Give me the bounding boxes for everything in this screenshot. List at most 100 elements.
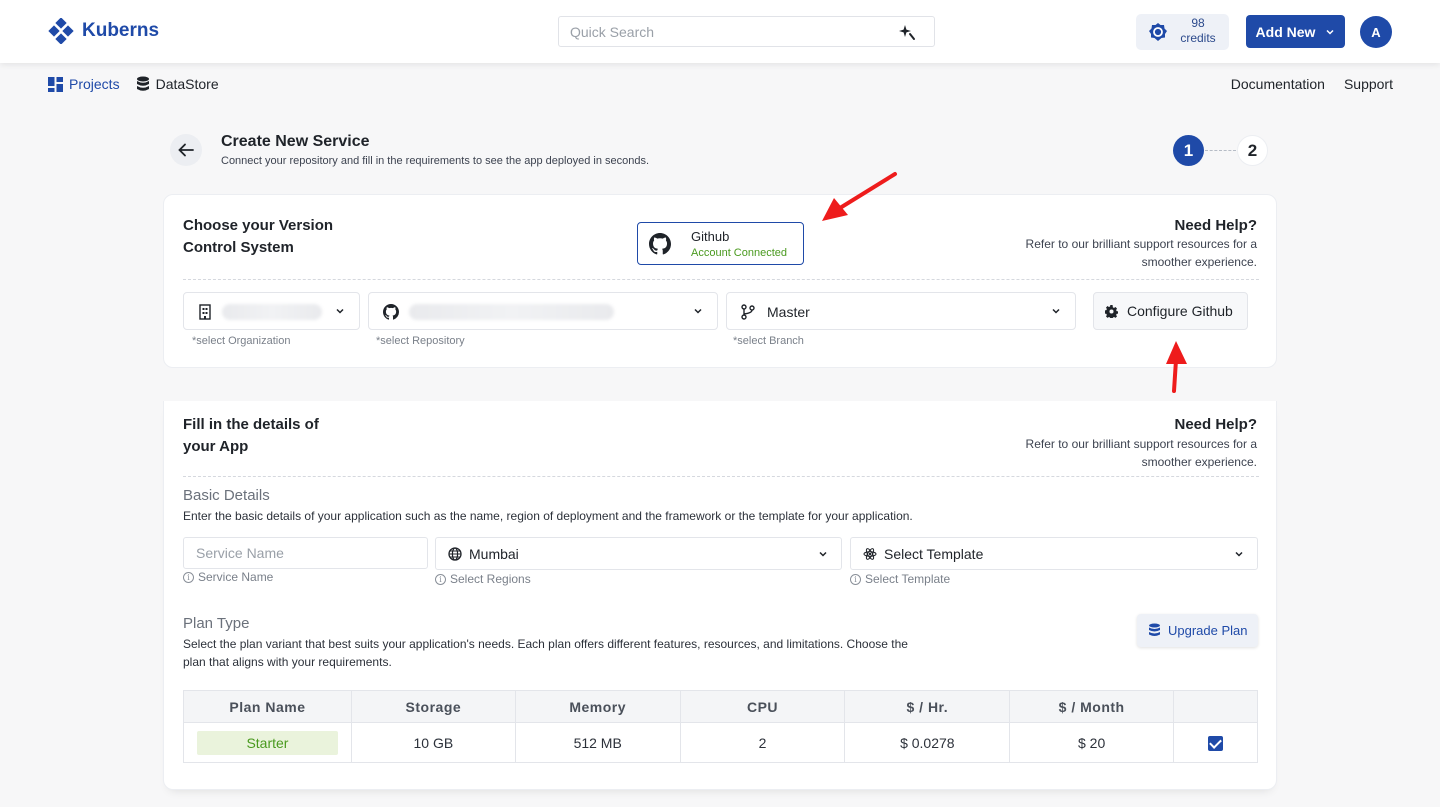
memory-cell: 512 MB bbox=[514, 722, 681, 763]
credits-count: 98 bbox=[1191, 16, 1205, 30]
region-hint-text: Select Regions bbox=[450, 572, 531, 586]
region-select[interactable]: Mumbai bbox=[435, 537, 842, 570]
step-2-indicator: 2 bbox=[1237, 135, 1268, 166]
table-row[interactable]: Starter 10 GB 512 MB 2 $ 0.0278 $ 20 bbox=[183, 722, 1258, 763]
quick-search[interactable] bbox=[558, 16, 935, 47]
vcs-divider bbox=[183, 279, 1259, 280]
template-hint-text: Select Template bbox=[865, 572, 951, 586]
page-title: Create New Service bbox=[221, 133, 370, 150]
organization-hint: *select Organization bbox=[192, 335, 291, 347]
plan-type-title: Plan Type bbox=[183, 615, 250, 632]
organization-value-redacted bbox=[222, 304, 322, 320]
search-input[interactable] bbox=[559, 17, 889, 46]
main-nav: Projects DataStore bbox=[48, 76, 219, 92]
column-header: CPU bbox=[679, 690, 846, 723]
github-connection-status: Account Connected bbox=[691, 247, 788, 259]
database-icon bbox=[136, 76, 149, 91]
plan-type-desc: Select the plan variant that best suits … bbox=[183, 637, 908, 669]
nav-projects-label: Projects bbox=[69, 76, 120, 92]
github-icon bbox=[383, 304, 399, 320]
git-branch-icon bbox=[741, 304, 755, 320]
logo[interactable]: Kuberns bbox=[48, 18, 159, 44]
repository-select[interactable] bbox=[368, 292, 718, 330]
github-icon bbox=[649, 233, 671, 255]
nav-documentation[interactable]: Documentation bbox=[1231, 76, 1325, 92]
configure-github-label: Configure Github bbox=[1127, 303, 1233, 319]
chevron-down-icon bbox=[1326, 29, 1334, 35]
app-details-heading: Fill in the details of your App bbox=[183, 416, 319, 455]
branch-select[interactable]: Master bbox=[726, 292, 1076, 330]
app-details-card: Fill in the details of your App Need Hel… bbox=[163, 401, 1277, 790]
building-icon bbox=[199, 304, 211, 320]
kuberns-logo-icon bbox=[48, 18, 74, 44]
select-cell bbox=[1173, 722, 1258, 763]
globe-icon bbox=[448, 547, 462, 561]
info-icon: i bbox=[435, 573, 446, 585]
column-header: $ / Hr. bbox=[844, 690, 1011, 723]
upgrade-plan-label: Upgrade Plan bbox=[1168, 623, 1248, 638]
nav-datastore-label: DataStore bbox=[155, 76, 219, 92]
column-header: Plan Name bbox=[183, 690, 352, 723]
github-provider-button[interactable]: Github Account Connected bbox=[637, 222, 804, 265]
plan-name-cell: Starter bbox=[183, 722, 352, 763]
column-header bbox=[1173, 690, 1258, 723]
vcs-help-text[interactable]: Refer to our brilliant support resources… bbox=[1017, 235, 1257, 271]
nav-support[interactable]: Support bbox=[1344, 76, 1393, 92]
template-select[interactable]: Select Template bbox=[850, 537, 1258, 570]
add-new-button[interactable]: Add New bbox=[1246, 15, 1345, 48]
upgrade-plan-button[interactable]: Upgrade Plan bbox=[1137, 614, 1258, 647]
branch-hint: *select Branch bbox=[733, 335, 804, 347]
plan-name-pill: Starter bbox=[196, 730, 338, 755]
back-button[interactable] bbox=[170, 134, 202, 166]
react-icon bbox=[863, 548, 877, 560]
add-new-label: Add New bbox=[1255, 23, 1316, 40]
service-name-input[interactable] bbox=[183, 537, 428, 569]
plan-checkbox[interactable] bbox=[1208, 735, 1224, 751]
vcs-card: Choose your Version Control System Githu… bbox=[163, 194, 1277, 368]
basic-details-desc: Enter the basic details of your applicat… bbox=[183, 509, 913, 523]
app-help-text[interactable]: Refer to our brilliant support resources… bbox=[1017, 435, 1257, 471]
info-icon: i bbox=[850, 573, 861, 585]
chevron-down-icon bbox=[819, 551, 827, 557]
app-details-divider bbox=[183, 476, 1259, 477]
step-connector bbox=[1205, 150, 1236, 151]
column-header: $ / Month bbox=[1009, 690, 1175, 723]
storage-cell: 10 GB bbox=[350, 722, 516, 763]
repository-value-redacted bbox=[409, 304, 614, 320]
column-header: Memory bbox=[514, 690, 681, 723]
region-value: Mumbai bbox=[469, 546, 519, 562]
arrow-left-icon bbox=[178, 143, 194, 157]
page-subtitle: Connect your repository and fill in the … bbox=[221, 155, 650, 167]
monthly-price-cell: $ 20 bbox=[1009, 722, 1175, 763]
avatar[interactable]: A bbox=[1360, 16, 1392, 48]
credits-text: 98 credits bbox=[1174, 16, 1222, 46]
credits-badge[interactable]: 98 credits bbox=[1136, 14, 1229, 50]
hourly-price-cell: $ 0.0278 bbox=[844, 722, 1011, 763]
organization-select[interactable] bbox=[183, 292, 360, 330]
region-hint: i Select Regions bbox=[435, 572, 531, 586]
gear-icon bbox=[1105, 304, 1118, 318]
chevron-down-icon bbox=[336, 308, 344, 314]
column-header: Storage bbox=[350, 690, 516, 723]
github-provider-name: Github bbox=[691, 229, 730, 244]
cpu-cell: 2 bbox=[679, 722, 846, 763]
grid-icon bbox=[48, 76, 63, 92]
app-name: Kuberns bbox=[82, 20, 160, 41]
service-name-hint-text: Service Name bbox=[198, 570, 274, 584]
nav-datastore[interactable]: DataStore bbox=[136, 76, 219, 92]
repository-hint: *select Repository bbox=[376, 335, 465, 347]
credits-label: credits bbox=[1180, 31, 1216, 45]
chevron-down-icon bbox=[1052, 308, 1060, 314]
nav-projects[interactable]: Projects bbox=[48, 76, 120, 92]
step-1-indicator: 1 bbox=[1173, 135, 1204, 166]
plan-table-header: Plan Name Storage Memory CPU $ / Hr. $ /… bbox=[183, 690, 1258, 723]
service-name-hint: i Service Name bbox=[183, 570, 273, 584]
basic-details-title: Basic Details bbox=[183, 487, 270, 504]
configure-github-button[interactable]: Configure Github bbox=[1093, 292, 1248, 330]
help-nav: Documentation Support bbox=[1231, 76, 1393, 92]
template-hint: i Select Template bbox=[850, 572, 950, 586]
chevron-down-icon bbox=[1235, 551, 1243, 557]
badge-icon bbox=[1149, 23, 1167, 41]
sparkle-search-icon[interactable] bbox=[898, 23, 916, 41]
coins-icon bbox=[1149, 623, 1160, 636]
